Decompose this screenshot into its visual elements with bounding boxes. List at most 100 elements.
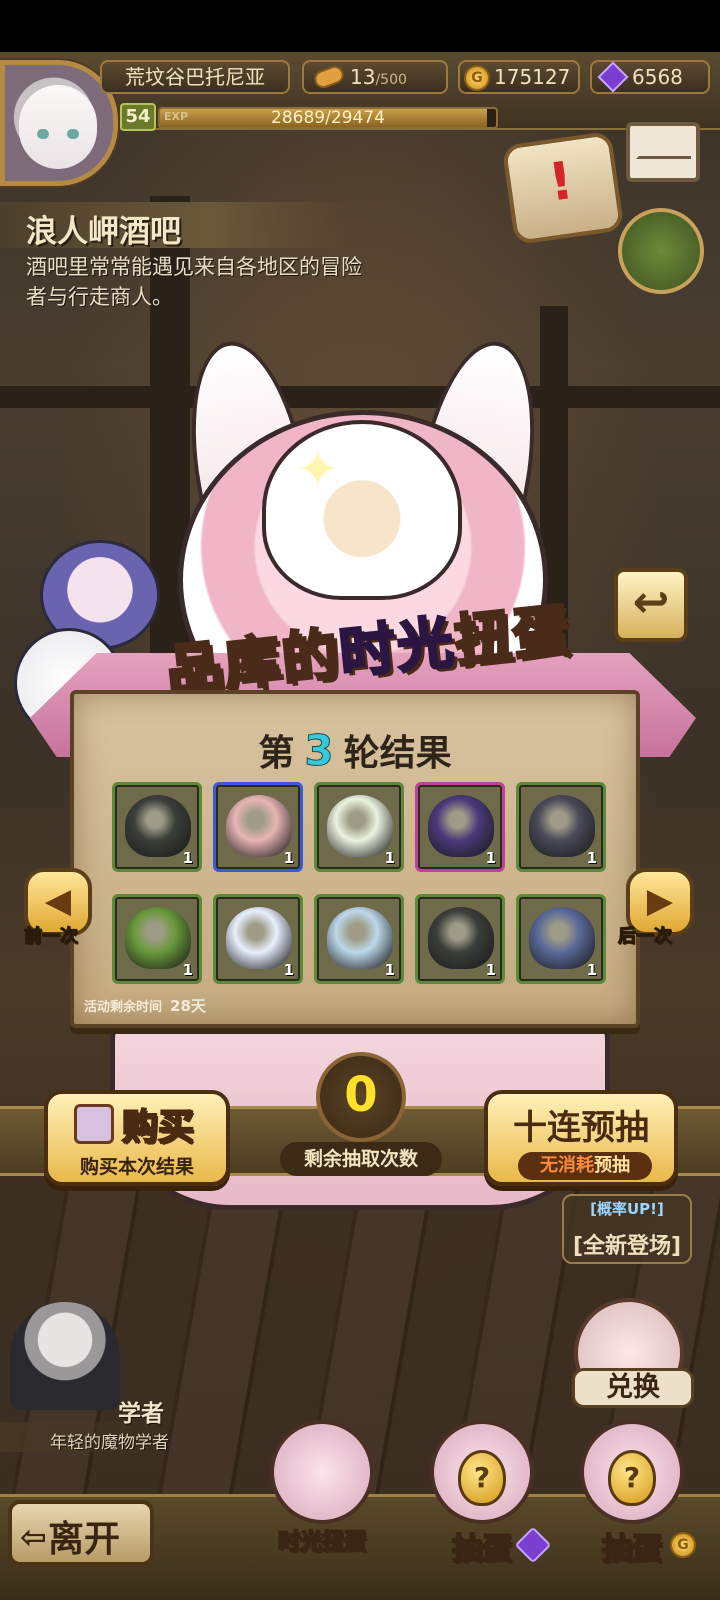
alert-icon: ! (545, 150, 577, 214)
avatar-eye (67, 129, 79, 139)
return-button[interactable]: ↩ (614, 568, 688, 642)
bunny-mascot (262, 420, 462, 600)
exchange-label: 兑换 (572, 1368, 694, 1408)
place-title: 浪人岬酒吧 (26, 214, 181, 250)
place-description: 酒吧里常常能遇见来自各地区的冒险者与行走商人。 (26, 255, 362, 309)
player-level: 54 (120, 103, 156, 131)
exp-text: 28689/29474 (271, 108, 385, 128)
scholar-npc[interactable] (10, 1302, 120, 1410)
gold-cost-icon: G (670, 1532, 696, 1558)
time-gacha-tab[interactable]: 时光扭蛋 (256, 1420, 388, 1560)
item-quantity: 1 (586, 961, 597, 979)
item-quantity: 1 (182, 961, 193, 979)
new-arrival-text: [全新登场] (572, 1234, 682, 1259)
gold-coin-icon: G (464, 65, 490, 91)
timer-label: 活动剩余时间 (84, 1000, 163, 1015)
time-gacha-icon (270, 1420, 374, 1524)
remaining-draws-count: 0 (316, 1052, 406, 1142)
potion-flask-icon (327, 907, 393, 969)
leave-label: 离开 (48, 1519, 121, 1560)
result-slot[interactable]: 1 (112, 782, 202, 872)
result-slot[interactable]: 1 (213, 782, 303, 872)
gold-amount: 175127 (494, 65, 571, 89)
item-quantity: 1 (283, 961, 294, 979)
radish-icon (327, 795, 393, 857)
ten-pull-sublabel: 无消耗预抽 (518, 1152, 652, 1180)
gem-amount: 6568 (632, 65, 683, 89)
buy-button-label: 购买 (121, 1106, 195, 1149)
preview-text: 预抽 (594, 1155, 630, 1176)
item-quantity: 1 (485, 961, 496, 979)
item-quantity: 1 (384, 849, 395, 867)
result-slot[interactable]: 1 (314, 894, 404, 984)
turtle-shell-icon (428, 907, 494, 969)
mystery-egg-icon: ? (608, 1450, 656, 1506)
exp-bar: EXP 28689/29474 (158, 107, 498, 129)
result-slot[interactable]: 1 (516, 782, 606, 872)
npc-description: 年轻的魔物学者 (50, 1433, 169, 1453)
result-slot[interactable]: 1 (415, 894, 505, 984)
sparkle-icon: ✦ (296, 440, 340, 500)
result-slot[interactable]: 1 (112, 894, 202, 984)
result-slot[interactable]: 1 (516, 894, 606, 984)
npc-name: 学者 (118, 1401, 164, 1427)
rate-up-badge[interactable]: [概率UP!] [全新登场] (562, 1194, 692, 1264)
stamina-counter[interactable]: 13/500 (302, 60, 448, 94)
item-quantity: 1 (182, 849, 193, 867)
mystery-egg-icon: ? (458, 1450, 506, 1506)
sprout-seed-icon (125, 907, 191, 969)
gold-draw-tab[interactable]: ? 抽蛋 G (566, 1420, 698, 1568)
result-slot[interactable]: 1 (314, 782, 404, 872)
buy-button-sublabel: 购买本次结果 (79, 1156, 194, 1178)
item-quantity: 1 (485, 849, 496, 867)
avatar-face (19, 85, 97, 169)
round-number: 3 (304, 726, 334, 776)
event-timer: 活动剩余时间 28天 (84, 995, 206, 1016)
item-quantity: 1 (586, 849, 597, 867)
winged-egg-icon (428, 795, 494, 857)
item-quantity: 1 (283, 849, 294, 867)
turtle-shell-icon (125, 795, 191, 857)
back-arrow-icon: ⇦ (20, 1518, 47, 1556)
ten-pull-preview-button[interactable]: 十连预抽 无消耗预抽 (484, 1090, 678, 1186)
wood-beam (0, 386, 720, 408)
quest-scroll-icon[interactable]: ! (501, 130, 625, 246)
result-grid: 1 1 1 1 1 1 1 1 1 1 (112, 782, 608, 984)
leave-button[interactable]: ⇦ 离开 (8, 1500, 154, 1566)
round-suffix: 轮结果 (343, 733, 452, 774)
rate-up-text: [概率UP!] (590, 1200, 664, 1218)
gacha-title-highlight: 时光 (335, 609, 460, 689)
time-gacha-label: 时光扭蛋 (277, 1529, 367, 1556)
avatar-eye (37, 129, 49, 139)
clam-shell-icon (529, 907, 595, 969)
exchange-button[interactable]: 兑换 (572, 1298, 694, 1408)
next-round-label[interactable]: 后一次 (618, 922, 673, 948)
gift-bag-icon (74, 1104, 114, 1144)
gift-bag-icon (226, 795, 292, 857)
stamina-current: 13 (350, 65, 376, 89)
stamina-max: /500 (375, 72, 407, 88)
timer-value: 28天 (170, 997, 206, 1015)
round-title: 第 3 轮结果 (74, 724, 636, 776)
purple-gem-icon (597, 61, 629, 93)
previous-round-label[interactable]: 前一次 (24, 922, 79, 948)
result-slot[interactable]: 1 (213, 894, 303, 984)
round-prefix: 第 (258, 733, 295, 774)
gacha-title-part2: 扭蛋 (450, 596, 575, 676)
gem-draw-tab[interactable]: ? 抽蛋 (416, 1420, 552, 1568)
item-quantity: 1 (384, 961, 395, 979)
results-panel: 第 3 轮结果 1 1 1 1 1 1 1 1 1 1 活动剩余时间 28天 (70, 690, 640, 1028)
remaining-draws-label: 剩余抽取次数 (280, 1142, 442, 1176)
gold-counter[interactable]: G 175127 (458, 60, 580, 94)
ten-pull-label: 十连预抽 (513, 1108, 649, 1148)
cloud-planet-icon (226, 907, 292, 969)
mail-icon[interactable] (626, 122, 700, 182)
buy-result-button[interactable]: 购买 购买本次结果 (44, 1090, 230, 1186)
bread-icon (311, 63, 347, 91)
free-highlight: 无消耗 (540, 1155, 594, 1176)
location-name: 荒坟谷巴托尼亚 (100, 60, 290, 94)
gem-counter[interactable]: 6568 (590, 60, 710, 94)
stone-egg-icon (529, 795, 595, 857)
result-slot[interactable]: 1 (415, 782, 505, 872)
backpack-icon[interactable] (618, 208, 704, 294)
